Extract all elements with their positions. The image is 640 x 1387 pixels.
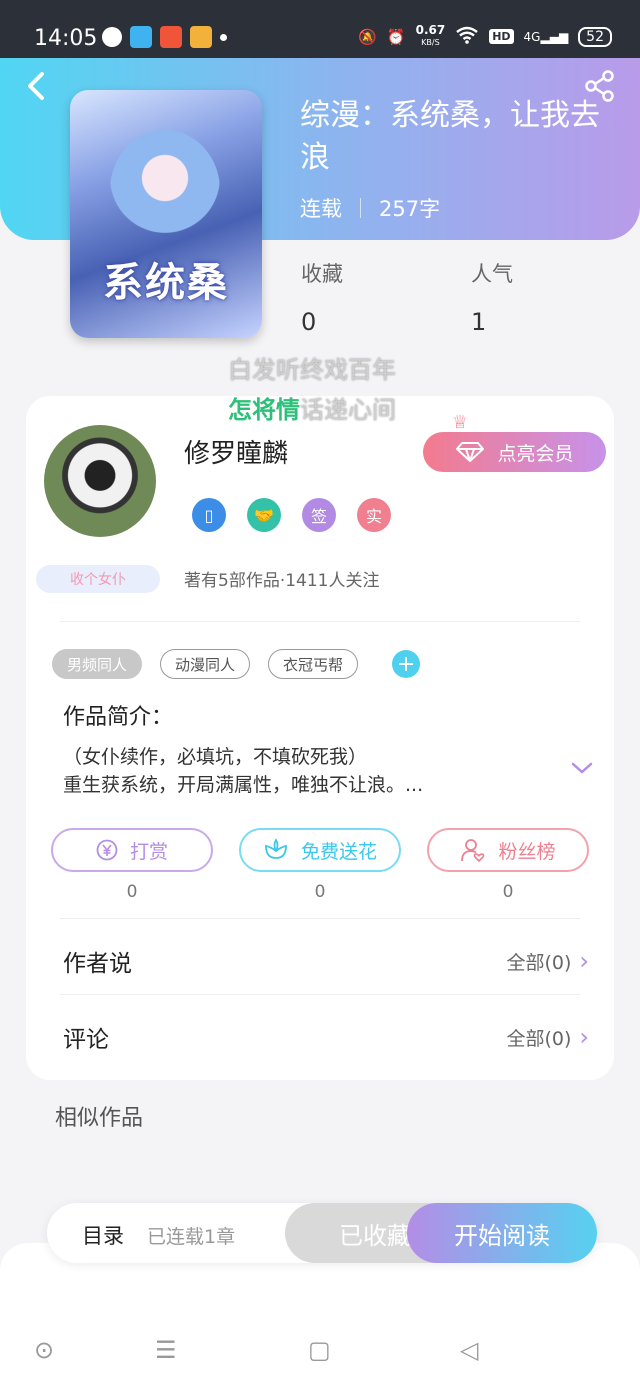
meta-divider — [360, 198, 361, 218]
tag-item[interactable]: 衣冠丐帮 — [268, 649, 359, 679]
user-heart-icon — [461, 839, 485, 863]
tag-item[interactable]: 男频同人 — [52, 649, 143, 679]
tip-button[interactable]: 打赏 — [51, 828, 213, 872]
shop-app-icon — [160, 26, 182, 48]
intro-text: （女仆续作，必填坑，不填砍死我） 重生获系统，开局满属性，唯独不让浪。... — [63, 746, 424, 796]
floating-text-1: 白发听终戏百年 — [228, 356, 396, 384]
alarm-icon: ⏰ — [386, 27, 406, 46]
chevron-right-icon: › — [579, 947, 589, 975]
chevron-down-icon — [571, 762, 593, 774]
cover-title: 系统桑 — [103, 260, 229, 306]
home-nav-icon[interactable]: ▢ — [308, 1336, 331, 1364]
author-name[interactable]: 修罗瞳麟 — [184, 433, 288, 470]
mute-icon: 🔕 — [358, 27, 377, 46]
status-bar: 14:05 🔕 ⏰ 0.67 KB/S HD 4G▂▄▆ 52 — [0, 0, 640, 58]
notification-icons — [102, 26, 227, 48]
add-tag-button[interactable]: + — [392, 650, 421, 678]
status-time: 14:05 — [34, 26, 98, 51]
intro-label: 作品简介： — [63, 705, 174, 730]
stat-popularity: 人气 1 — [471, 262, 513, 336]
expand-intro-button[interactable] — [570, 756, 594, 780]
send-flower-button[interactable]: 免费送花 — [239, 828, 401, 872]
book-title: 综漫：系统桑，让我去浪 — [300, 98, 600, 175]
assistant-nav-icon[interactable]: ⊙ — [34, 1336, 54, 1364]
divider — [60, 621, 580, 622]
tag-item[interactable]: 动漫同人 — [160, 649, 251, 679]
chevron-left-icon — [28, 72, 44, 100]
stat-favorites: 收藏 0 — [301, 262, 343, 336]
flower-icon — [265, 838, 287, 859]
verified-badge[interactable]: 实 — [357, 498, 391, 532]
divider — [60, 994, 580, 995]
word-count: 257字 — [379, 197, 441, 221]
divider — [60, 918, 580, 919]
author-avatar[interactable] — [44, 425, 156, 537]
flower-count: 0 — [314, 882, 326, 902]
book-status: 连载 — [300, 197, 342, 221]
tip-action: 打赏 0 — [51, 828, 213, 902]
chapter-count: 已连载1章 — [147, 1226, 236, 1248]
bottom-action-bar: 目录 已连载1章 已收藏 开始阅读 — [47, 1203, 597, 1263]
book-meta: 连载 257字 — [300, 193, 440, 223]
book-cover[interactable]: 系统桑 — [70, 90, 262, 338]
author-badges: ▯ 🤝 签 实 — [192, 498, 391, 532]
comments-row[interactable]: 评论 全部(0) › — [63, 1020, 589, 1054]
cover-art — [110, 130, 220, 250]
back-button[interactable] — [22, 66, 52, 106]
system-nav-bar: ⊙ ☰ ▢ ◁ — [0, 1320, 640, 1380]
game-app-icon — [190, 26, 212, 48]
fans-count: 0 — [502, 882, 514, 902]
battery-icon: 52 — [578, 26, 612, 47]
tip-count: 0 — [126, 882, 138, 902]
fans-action: 粉丝榜 0 — [427, 828, 589, 902]
back-nav-icon[interactable]: ◁ — [460, 1336, 478, 1364]
yen-icon — [96, 839, 118, 861]
video-app-icon — [130, 26, 152, 48]
phone-badge-icon[interactable]: ▯ — [192, 498, 226, 532]
tag-list: 男频同人 动漫同人 衣冠丐帮 + — [52, 649, 421, 679]
start-reading-button[interactable]: 开始阅读 — [407, 1203, 597, 1263]
hd-icon: HD — [489, 29, 514, 44]
menu-nav-icon[interactable]: ☰ — [155, 1336, 177, 1364]
chevron-right-icon: › — [579, 1023, 589, 1051]
author-stats: 著有5部作品·1411人关注 — [184, 571, 380, 591]
vip-button[interactable]: 点亮会员 — [423, 432, 606, 472]
signed-badge[interactable]: 签 — [302, 498, 336, 532]
wifi-icon — [455, 26, 479, 48]
fans-ranking-button[interactable]: 粉丝榜 — [427, 828, 589, 872]
speed-indicator: 0.67 KB/S — [415, 23, 446, 47]
fan-club-badge[interactable]: 收个女仆 — [36, 565, 160, 593]
globe-icon — [102, 27, 122, 47]
handshake-badge-icon[interactable]: 🤝 — [247, 498, 281, 532]
toc-button[interactable]: 目录 — [82, 1220, 124, 1250]
flower-action: 免费送花 0 — [239, 828, 401, 902]
system-icons: 🔕 ⏰ 0.67 KB/S HD 4G▂▄▆ 52 — [358, 23, 612, 48]
more-dot-icon — [220, 33, 227, 41]
similar-works-heading: 相似作品 — [55, 1106, 144, 1131]
crown-icon: ♕ — [452, 412, 469, 433]
signal-icon: 4G▂▄▆ — [523, 29, 569, 44]
floating-text-2: 怎将情话递心间 — [228, 396, 396, 424]
author-say-row[interactable]: 作者说 全部(0) › — [63, 944, 589, 978]
diamond-icon — [456, 442, 485, 462]
